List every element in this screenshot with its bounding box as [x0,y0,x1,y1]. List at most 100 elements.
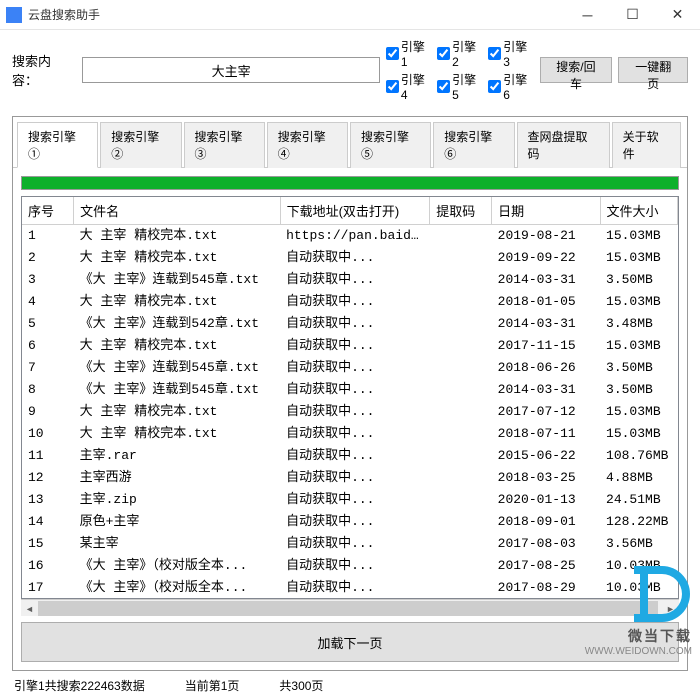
engine-checkbox-input[interactable] [488,47,501,60]
cell-size: 15.03MB [600,335,677,357]
table-row[interactable]: 6大 主宰 精校完本.txt自动获取中...2017-11-1515.03MB [22,335,678,357]
cell-code [430,533,492,555]
cell-code [430,467,492,489]
tab-2[interactable]: 搜索引擎② [100,122,181,168]
cell-url: 自动获取中... [280,577,430,599]
cell-size: 128.22MB [600,511,677,533]
cell-date: 2015-06-22 [492,445,600,467]
table-row[interactable]: 5《大 主宰》连载到542章.txt自动获取中...2014-03-313.48… [22,313,678,335]
cell-date: 2017-11-15 [492,335,600,357]
table-row[interactable]: 12主宰西游自动获取中...2018-03-254.88MB [22,467,678,489]
table-row[interactable]: 9大 主宰 精校完本.txt自动获取中...2017-07-1215.03MB [22,401,678,423]
cell-size: 15.03MB [600,401,677,423]
cell-code [430,225,492,248]
engine-checkbox-5[interactable]: 引擎5 [437,71,482,102]
engine-checkbox-4[interactable]: 引擎4 [386,71,431,102]
engine-checkbox-input[interactable] [437,80,450,93]
cell-date: 2018-01-05 [492,291,600,313]
engine-label: 引擎4 [401,71,431,102]
tab-4[interactable]: 搜索引擎④ [267,122,348,168]
cell-size: 4.88MB [600,467,677,489]
table-row[interactable]: 7《大 主宰》连载到545章.txt自动获取中...2018-06-263.50… [22,357,678,379]
tab-1[interactable]: 搜索引擎① [17,122,98,168]
cell-code [430,511,492,533]
engine-checkbox-input[interactable] [386,47,399,60]
col-header-code[interactable]: 提取码 [430,197,492,225]
tab-7[interactable]: 查网盘提取码 [517,122,610,168]
cell-size: 15.03MB [600,291,677,313]
close-button[interactable]: ✕ [655,0,700,30]
cell-url: 自动获取中... [280,423,430,445]
col-header-size[interactable]: 文件大小 [600,197,677,225]
cell-name: 大 主宰 精校完本.txt [74,335,280,357]
horizontal-scrollbar[interactable]: ◄ ► [21,599,679,616]
cell-code [430,423,492,445]
cell-url: 自动获取中... [280,269,430,291]
minimize-button[interactable]: ─ [565,0,610,30]
cell-size: 24.51MB [600,489,677,511]
cell-name: 大 主宰 精校完本.txt [74,291,280,313]
cell-no: 4 [22,291,74,313]
engine-label: 引擎1 [401,38,431,69]
table-row[interactable]: 10大 主宰 精校完本.txt自动获取中...2018-07-1115.03MB [22,423,678,445]
engine-checkbox-6[interactable]: 引擎6 [488,71,533,102]
scroll-right-arrow[interactable]: ► [662,600,679,617]
cell-url: 自动获取中... [280,379,430,401]
cell-url: https://pan.baid... [280,225,430,248]
cell-code [430,313,492,335]
col-header-name[interactable]: 文件名 [74,197,280,225]
engine-checkbox-input[interactable] [386,80,399,93]
cell-no: 12 [22,467,74,489]
cell-name: 主宰.rar [74,445,280,467]
table-row[interactable]: 17《大 主宰》（校对版全本...自动获取中...2017-08-2910.03… [22,577,678,599]
table-row[interactable]: 2大 主宰 精校完本.txt自动获取中...2019-09-2215.03MB [22,247,678,269]
table-row[interactable]: 8《大 主宰》连载到545章.txt自动获取中...2014-03-313.50… [22,379,678,401]
cell-date: 2019-08-21 [492,225,600,248]
tab-5[interactable]: 搜索引擎⑤ [350,122,431,168]
tab-3[interactable]: 搜索引擎③ [184,122,265,168]
cell-no: 11 [22,445,74,467]
search-input[interactable] [82,57,379,83]
cell-code [430,489,492,511]
engine-checkbox-input[interactable] [488,80,501,93]
cell-name: 《大 主宰》（校对版全本... [74,555,280,577]
cell-size: 3.50MB [600,269,677,291]
cell-url: 自动获取中... [280,291,430,313]
cell-name: 大 主宰 精校完本.txt [74,401,280,423]
table-row[interactable]: 11主宰.rar自动获取中...2015-06-22108.76MB [22,445,678,467]
engine-checkbox-3[interactable]: 引擎3 [488,38,533,69]
scroll-thumb[interactable] [38,601,658,616]
table-row[interactable]: 15某主宰自动获取中...2017-08-033.56MB [22,533,678,555]
engine-checkbox-1[interactable]: 引擎1 [386,38,431,69]
cell-size: 3.56MB [600,533,677,555]
table-row[interactable]: 4大 主宰 精校完本.txt自动获取中... 2018-01-0515.03MB [22,291,678,313]
cell-size: 10.03MB [600,577,677,599]
cell-name: 大 主宰 精校完本.txt [74,225,280,248]
table-row[interactable]: 14原色+主宰自动获取中...2018-09-01128.22MB [22,511,678,533]
engine-checkbox-2[interactable]: 引擎2 [437,38,482,69]
search-button[interactable]: 搜索/回车 [540,57,613,83]
cell-url: 自动获取中... [280,511,430,533]
table-row[interactable]: 3《大 主宰》连载到545章.txt自动获取中...2014-03-313.50… [22,269,678,291]
cell-url: 自动获取中... [280,555,430,577]
tab-6[interactable]: 搜索引擎⑥ [433,122,514,168]
maximize-button[interactable]: ☐ [610,0,655,30]
progress-bar [21,176,679,190]
load-more-button[interactable]: 加载下一页 [21,622,679,662]
col-header-no[interactable]: 序号 [22,197,74,225]
table-row[interactable]: 13主宰.zip自动获取中...2020-01-1324.51MB [22,489,678,511]
cell-no: 14 [22,511,74,533]
cell-size: 15.03MB [600,247,677,269]
table-row[interactable]: 16《大 主宰》（校对版全本...自动获取中...2017-08-2510.03… [22,555,678,577]
cell-no: 10 [22,423,74,445]
page-button[interactable]: 一键翻页 [618,57,688,83]
table-row[interactable]: 1大 主宰 精校完本.txthttps://pan.baid...2019-08… [22,225,678,248]
scroll-left-arrow[interactable]: ◄ [21,600,38,617]
cell-no: 2 [22,247,74,269]
engine-label: 引擎3 [503,38,533,69]
engine-checkbox-input[interactable] [437,47,450,60]
cell-date: 2014-03-31 [492,313,600,335]
col-header-date[interactable]: 日期 [492,197,600,225]
tab-8[interactable]: 关于软件 [612,122,681,168]
col-header-url[interactable]: 下载地址(双击打开) [280,197,430,225]
